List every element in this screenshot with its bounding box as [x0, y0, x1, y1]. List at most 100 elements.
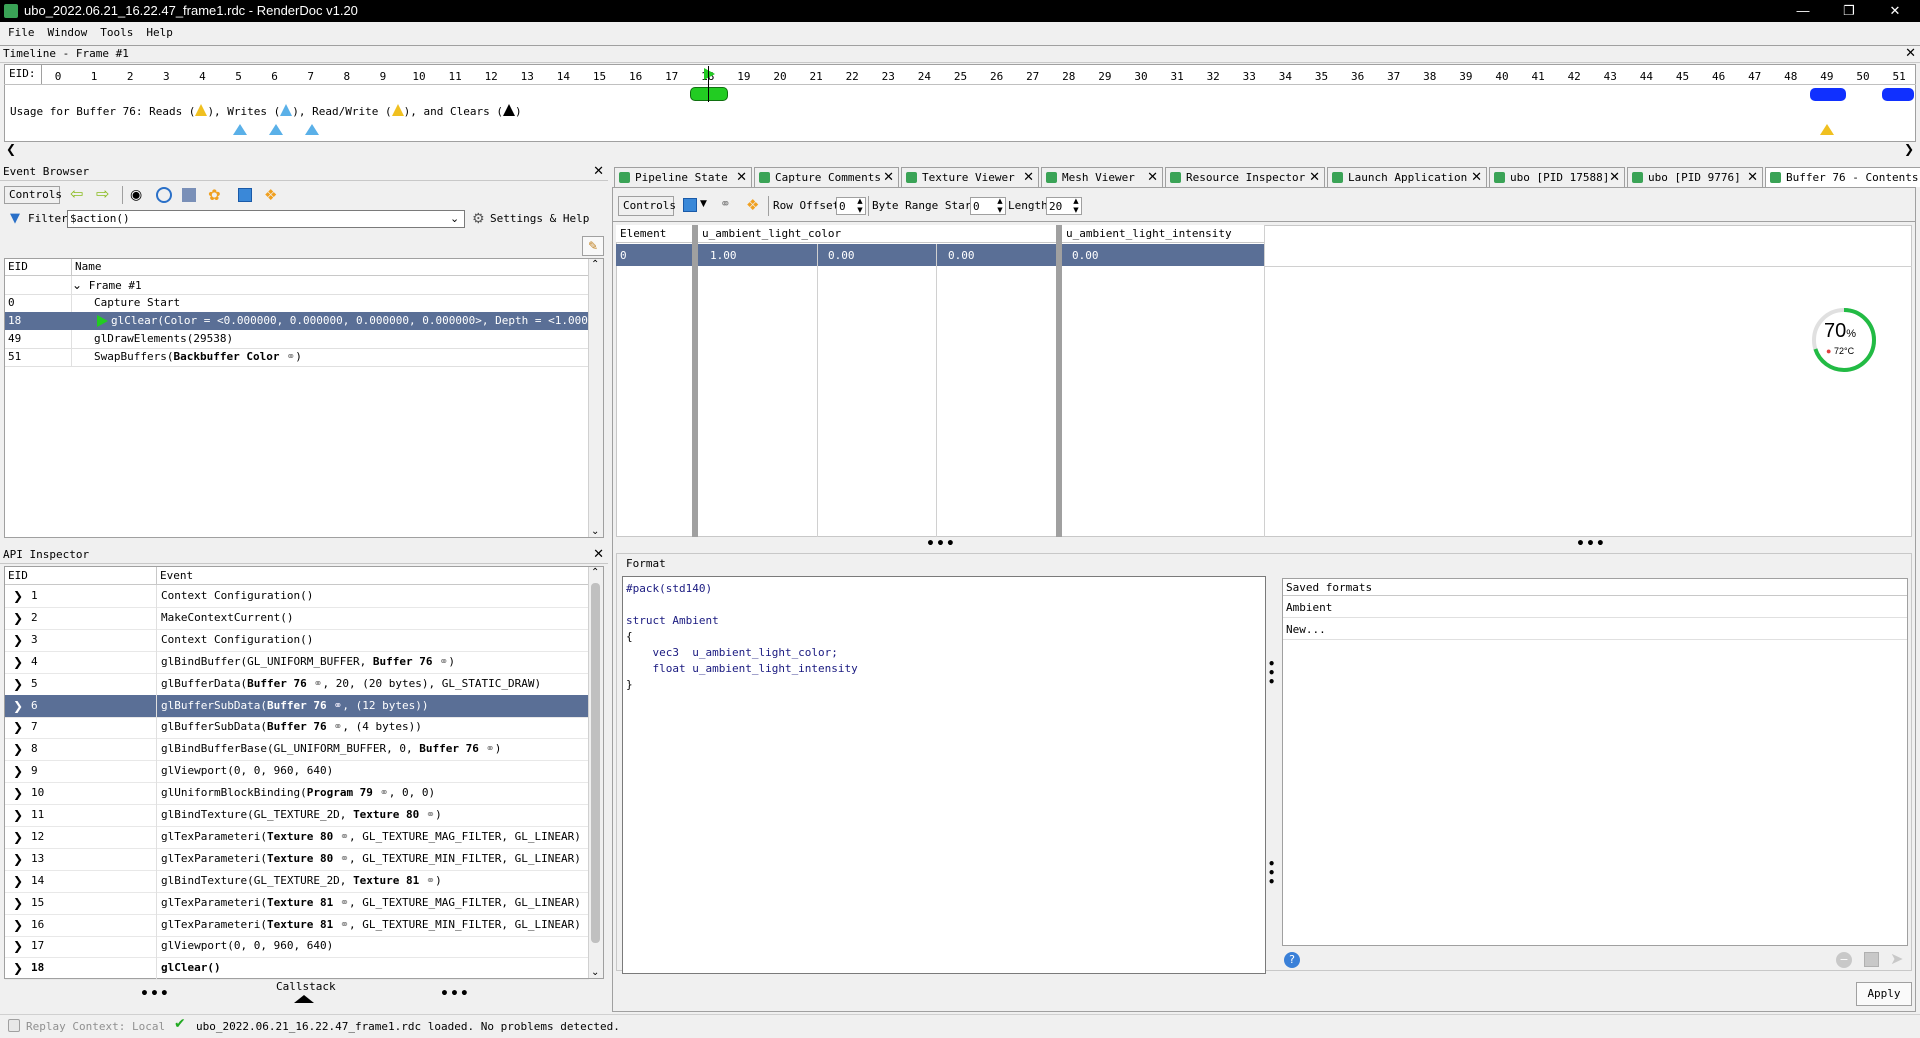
expand-chevron-icon[interactable]: ❯: [13, 782, 23, 804]
event-row[interactable]: 51 SwapBuffers(Backbuffer Color ⚭): [5, 348, 589, 367]
timeline-tick-label[interactable]: 32: [1203, 70, 1223, 83]
expand-chevron-icon[interactable]: ❯: [13, 892, 23, 914]
timeline-tick-label[interactable]: 44: [1636, 70, 1656, 83]
save-disk-icon[interactable]: [683, 198, 697, 212]
go-to-link-icon[interactable]: ⚭: [720, 197, 736, 213]
save-dropdown-chevron-icon[interactable]: ▼: [700, 199, 707, 209]
api-eid-column-header[interactable]: EID: [8, 569, 28, 582]
replay-context-label[interactable]: Replay Context: Local: [26, 1020, 165, 1033]
name-column-header[interactable]: Name: [75, 260, 102, 273]
load-format-arrow-icon[interactable]: ➤: [1890, 951, 1906, 967]
expand-chevron-icon[interactable]: ❯: [13, 629, 23, 651]
link-icon[interactable]: ⚭: [333, 830, 349, 843]
highlight-gear-icon[interactable]: ✿: [208, 187, 224, 203]
expand-chevron-icon[interactable]: ❯: [13, 935, 23, 957]
timeline-tick-label[interactable]: 9: [373, 70, 393, 83]
save-format-icon[interactable]: [1864, 952, 1879, 967]
tab-close-icon[interactable]: ✕: [1471, 168, 1482, 187]
expand-chevron-icon[interactable]: ❯: [13, 651, 23, 673]
timeline-tick-label[interactable]: 4: [192, 70, 212, 83]
timeline-tick-label[interactable]: 43: [1600, 70, 1620, 83]
api-event-row[interactable]: ❯ 18 glClear(): [5, 957, 589, 981]
next-action-arrow-icon[interactable]: ⇨: [96, 186, 114, 202]
scroll-down-icon[interactable]: ⌄: [591, 526, 599, 537]
timeline-tick-label[interactable]: 19: [734, 70, 754, 83]
link-icon[interactable]: ⚭: [419, 808, 435, 821]
timeline-tick-label[interactable]: 42: [1564, 70, 1584, 83]
event-row-selected[interactable]: 18 glClear(Color = <0.000000, 0.000000, …: [5, 312, 589, 330]
scroll-down-icon[interactable]: ⌄: [591, 967, 599, 978]
timeline-tick-label[interactable]: 25: [951, 70, 971, 83]
resource-link[interactable]: Texture 80: [353, 808, 419, 821]
eid-column-header[interactable]: EID: [8, 260, 28, 273]
link-icon[interactable]: ⚭: [327, 720, 342, 733]
timeline-tick-label[interactable]: 38: [1420, 70, 1440, 83]
resource-link[interactable]: Texture 80: [267, 830, 333, 843]
expand-chevron-icon[interactable]: ❯: [13, 760, 23, 782]
api-event-row[interactable]: ❯ 14 glBindTexture(GL_TEXTURE_2D, Texture …: [5, 869, 589, 893]
resource-link[interactable]: glClear(): [161, 961, 221, 974]
tab-texture-viewer[interactable]: Texture Viewer ✕: [901, 167, 1039, 187]
timeline-tick-label[interactable]: 3: [156, 70, 176, 83]
api-inspector-close-icon[interactable]: ✕: [593, 547, 604, 562]
new-format-item[interactable]: New...: [1283, 619, 1907, 640]
filter-dropdown-chevron-icon[interactable]: ⌄: [450, 211, 464, 227]
timeline-tick-label[interactable]: 23: [878, 70, 898, 83]
api-event-row[interactable]: ❯ 8 glBindBufferBase(GL_UNIFORM_BUFFER, 0,…: [5, 738, 589, 762]
delete-format-icon[interactable]: −: [1836, 952, 1852, 968]
previous-action-arrow-icon[interactable]: ⇦: [70, 186, 88, 202]
expand-chevron-icon[interactable]: ❯: [13, 870, 23, 892]
resource-link[interactable]: Buffer 76: [267, 699, 327, 712]
timeline-tick-label[interactable]: 16: [626, 70, 646, 83]
timeline-clock-icon[interactable]: [156, 187, 172, 203]
resource-link[interactable]: Texture 81: [267, 896, 333, 909]
puzzle-extension-icon[interactable]: ❖: [746, 197, 762, 213]
resource-link[interactable]: Texture 81: [353, 874, 419, 887]
settings-gear-icon[interactable]: ⚙: [472, 211, 488, 227]
tab-ubo-pid-9776[interactable]: ubo [PID 9776] ✕: [1627, 167, 1763, 187]
format-editor[interactable]: #pack(std140) struct Ambient { vec3 u_ambi…: [622, 576, 1266, 974]
scroll-right-icon[interactable]: ❯: [1904, 142, 1914, 156]
timeline-tick-label[interactable]: 0: [48, 70, 68, 83]
timeline-tick-label[interactable]: 20: [770, 70, 790, 83]
frame-tree-row[interactable]: ⌄ Frame #1: [5, 276, 589, 295]
maximize-button[interactable]: ❐: [1826, 1, 1872, 21]
timeline-tick-label[interactable]: 7: [301, 70, 321, 83]
tab-buffer-76-contents[interactable]: Buffer 76 - Contents✕: [1765, 167, 1920, 187]
timeline-tick-label[interactable]: 48: [1781, 70, 1801, 83]
scroll-left-icon[interactable]: ❮: [6, 142, 16, 156]
timeline-tick-label[interactable]: 37: [1384, 70, 1404, 83]
event-browser-close-icon[interactable]: ✕: [593, 164, 604, 179]
timeline-tick-label[interactable]: 30: [1131, 70, 1151, 83]
expand-chevron-icon[interactable]: ❯: [13, 673, 23, 695]
link-icon[interactable]: ⚭: [327, 699, 342, 712]
menu-window[interactable]: Window: [40, 22, 93, 39]
tab-capture-comments[interactable]: Capture Comments ✕: [754, 167, 899, 187]
expand-chevron-icon[interactable]: ❯: [13, 957, 23, 979]
api-event-row[interactable]: ❯ 9 glViewport(0, 0, 960, 640): [5, 760, 589, 784]
expand-chevron-icon[interactable]: ❯: [13, 914, 23, 936]
menu-file[interactable]: File: [0, 22, 40, 39]
element-column-header[interactable]: Element: [620, 227, 666, 240]
link-icon[interactable]: ⚭: [433, 655, 448, 668]
timeline-tick-label[interactable]: 28: [1059, 70, 1079, 83]
timeline-tick-label[interactable]: 34: [1275, 70, 1295, 83]
timeline-tick-label[interactable]: 10: [409, 70, 429, 83]
splitter-handle-icon[interactable]: •••: [440, 986, 470, 1002]
tab-resource-inspector[interactable]: Resource Inspector ✕: [1165, 167, 1325, 187]
timeline-scrollbar[interactable]: ❮ ❯: [4, 142, 1916, 157]
api-event-row[interactable]: ❯ 3 Context Configuration(): [5, 628, 589, 652]
resource-link[interactable]: Backbuffer Color: [173, 350, 279, 363]
resource-link[interactable]: Buffer 76: [419, 742, 479, 755]
callstack-expand-icon[interactable]: [294, 995, 314, 1003]
timeline-close-icon[interactable]: ✕: [1905, 46, 1916, 61]
timeline-tick-label[interactable]: 33: [1239, 70, 1259, 83]
link-icon[interactable]: ⚭: [333, 896, 349, 909]
api-event-row[interactable]: ❯ 17 glViewport(0, 0, 960, 640): [5, 935, 589, 959]
tab-pipeline-state[interactable]: Pipeline State ✕: [614, 167, 752, 187]
tab-close-icon[interactable]: ✕: [1609, 168, 1620, 187]
scroll-thumb[interactable]: [591, 583, 600, 943]
saved-format-item[interactable]: Ambient: [1283, 597, 1907, 618]
find-binoculars-icon[interactable]: ◉: [130, 187, 146, 203]
link-icon[interactable]: ⚭: [333, 918, 349, 931]
